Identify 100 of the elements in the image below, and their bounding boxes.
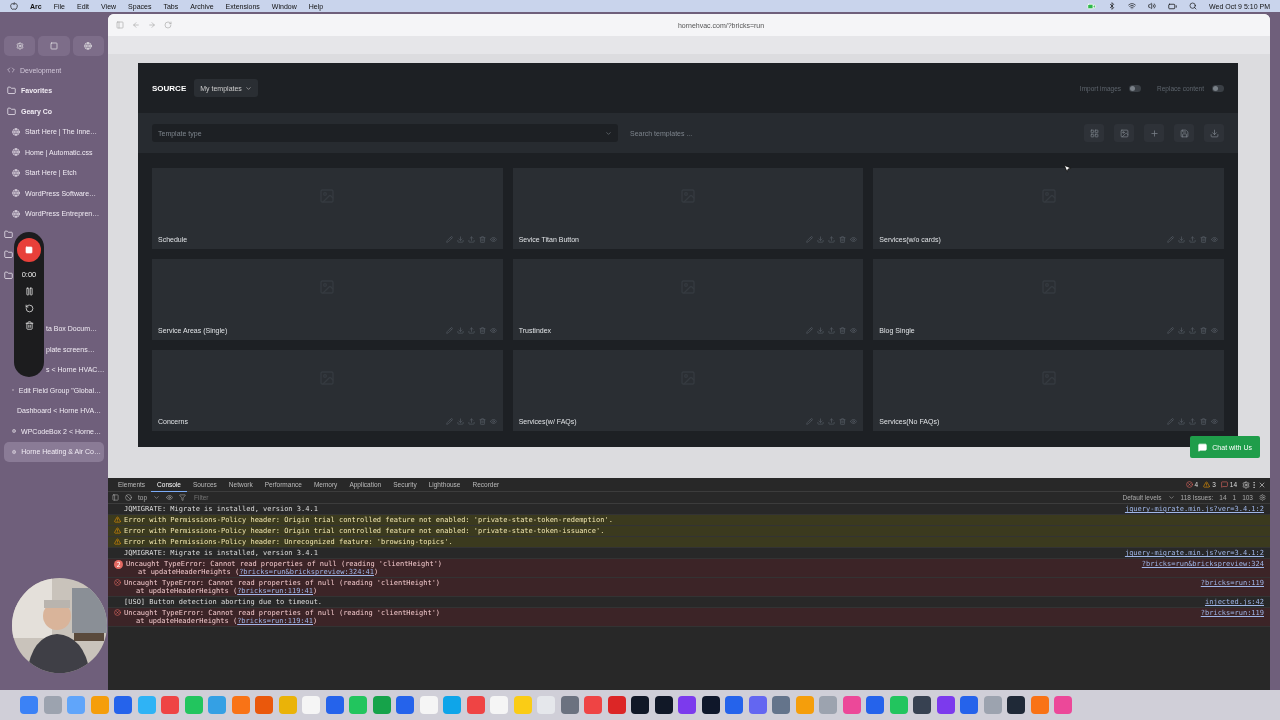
eye-icon[interactable] xyxy=(1211,236,1218,243)
edit-icon[interactable] xyxy=(1167,327,1174,334)
download-icon[interactable] xyxy=(456,418,464,425)
grid-icon xyxy=(1089,128,1099,138)
back-icon[interactable] xyxy=(132,21,140,29)
pinned-tab[interactable] xyxy=(38,36,70,56)
eye-icon[interactable] xyxy=(1211,327,1218,334)
warning-icon xyxy=(114,538,121,545)
edit-icon[interactable] xyxy=(1167,418,1174,425)
warning-icon xyxy=(114,527,121,534)
caret-icon xyxy=(153,494,161,501)
eye-icon[interactable] xyxy=(489,236,497,243)
download-icon[interactable] xyxy=(456,327,464,334)
sidebar-toggle-icon[interactable] xyxy=(112,494,119,501)
source-label: SOURCE xyxy=(152,83,187,93)
download-icon[interactable] xyxy=(1178,236,1185,243)
wifi-icon[interactable] xyxy=(1128,2,1137,10)
trash-icon[interactable] xyxy=(24,321,34,330)
eye-icon[interactable] xyxy=(850,236,858,243)
edit-icon[interactable] xyxy=(806,327,814,334)
folder-icon xyxy=(7,106,16,116)
eye-icon[interactable] xyxy=(166,494,174,501)
image-button[interactable] xyxy=(1114,124,1134,142)
upload-icon[interactable] xyxy=(467,327,475,334)
eye-icon[interactable] xyxy=(850,418,858,425)
download-icon[interactable] xyxy=(817,327,825,334)
close-icon[interactable] xyxy=(1258,480,1266,489)
folder-icon xyxy=(4,270,13,280)
forward-icon[interactable] xyxy=(148,21,156,29)
caret-icon xyxy=(244,84,252,92)
chat-icon xyxy=(1198,442,1208,452)
download-icon[interactable] xyxy=(817,236,825,243)
error-icon xyxy=(1185,481,1193,488)
toggle-switch[interactable] xyxy=(1212,84,1224,92)
edit-icon[interactable] xyxy=(806,236,814,243)
globe-icon xyxy=(84,42,93,50)
app-icon[interactable] xyxy=(631,696,649,714)
add-button[interactable] xyxy=(1144,124,1164,142)
upload-icon[interactable] xyxy=(1189,418,1196,425)
upload-icon[interactable] xyxy=(467,236,475,243)
app-icon[interactable] xyxy=(1007,696,1025,714)
toggle-switch[interactable] xyxy=(1129,84,1141,92)
download-button[interactable] xyxy=(1204,124,1224,142)
stop-button[interactable] xyxy=(17,238,41,262)
edit-icon[interactable] xyxy=(806,418,814,425)
filter-icon xyxy=(179,494,187,501)
clear-console-icon[interactable] xyxy=(125,494,132,501)
download-icon[interactable] xyxy=(1178,327,1185,334)
edit-icon[interactable] xyxy=(445,327,453,334)
download-icon[interactable] xyxy=(817,418,825,425)
eye-icon[interactable] xyxy=(489,327,497,334)
bluetooth-icon[interactable] xyxy=(1108,2,1117,10)
reload-icon[interactable] xyxy=(164,21,172,29)
more-icon[interactable] xyxy=(1250,480,1258,489)
edit-icon[interactable] xyxy=(445,418,453,425)
upload-icon[interactable] xyxy=(828,236,836,243)
pinned-tab[interactable] xyxy=(4,36,36,56)
upload-icon[interactable] xyxy=(1189,236,1196,243)
app-icon[interactable] xyxy=(701,696,720,714)
upload-icon[interactable] xyxy=(1189,327,1196,334)
error-icon xyxy=(114,579,121,586)
warning-icon xyxy=(114,516,121,523)
folder-icon xyxy=(4,250,13,260)
stop-icon xyxy=(25,246,33,254)
battery-icon[interactable] xyxy=(1168,1,1178,11)
edit-icon[interactable] xyxy=(1167,236,1174,243)
pause-icon[interactable] xyxy=(24,287,34,296)
error-icon xyxy=(114,609,121,616)
mouse-cursor-icon xyxy=(1063,164,1072,173)
settings-icon[interactable] xyxy=(1242,480,1250,489)
edit-icon[interactable] xyxy=(445,236,453,243)
camera-icon[interactable] xyxy=(1087,1,1097,11)
settings-icon[interactable] xyxy=(1259,494,1266,501)
apple-icon[interactable] xyxy=(10,2,18,10)
download-icon[interactable] xyxy=(456,236,464,243)
warning-icon xyxy=(1203,481,1211,488)
code-icon xyxy=(7,66,15,75)
message-icon xyxy=(1220,481,1228,488)
download-icon[interactable] xyxy=(1178,418,1185,425)
upload-icon[interactable] xyxy=(467,418,475,425)
save-icon xyxy=(1179,128,1189,138)
eye-icon[interactable] xyxy=(1211,418,1218,425)
app-icon[interactable] xyxy=(654,696,673,714)
volume-icon[interactable] xyxy=(1148,2,1157,10)
image-icon xyxy=(1119,128,1129,138)
restart-icon[interactable] xyxy=(24,304,34,313)
eye-icon[interactable] xyxy=(850,327,858,334)
caret-icon xyxy=(605,129,612,137)
save-button[interactable] xyxy=(1174,124,1194,142)
square-icon xyxy=(50,42,58,50)
caret-icon xyxy=(1167,494,1175,501)
upload-icon[interactable] xyxy=(828,418,836,425)
pinned-tab[interactable] xyxy=(72,36,104,56)
search-icon[interactable] xyxy=(1189,2,1198,10)
grid-button[interactable] xyxy=(1084,124,1104,142)
download-icon xyxy=(1209,128,1219,138)
upload-icon[interactable] xyxy=(828,327,836,334)
sidebar-toggle-icon[interactable] xyxy=(116,21,124,29)
eye-icon[interactable] xyxy=(489,418,497,425)
folder-icon xyxy=(7,86,16,96)
